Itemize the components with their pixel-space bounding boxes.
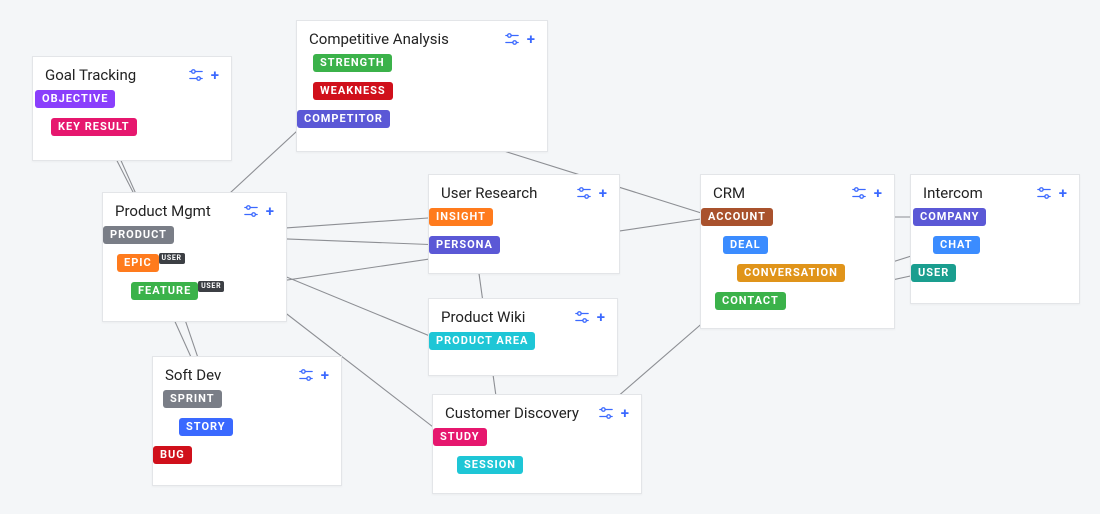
settings-icon[interactable] <box>244 204 258 218</box>
card-body: INSIGHT PERSONA <box>429 208 619 286</box>
card-actions: + <box>244 204 274 219</box>
tag-feature[interactable]: FEATUREUSER <box>131 282 198 300</box>
add-icon[interactable]: + <box>621 406 629 421</box>
card-body: ACCOUNT DEAL CONVERSATION CONTACT <box>701 208 894 342</box>
tag-keyresult[interactable]: KEY RESULT <box>51 118 137 136</box>
card-actions: + <box>1037 186 1067 201</box>
settings-icon[interactable] <box>299 368 313 382</box>
card-actions: + <box>299 368 329 383</box>
tag-persona[interactable]: PERSONA <box>429 236 500 254</box>
card-crm[interactable]: CRM + ACCOUNT DEAL CONVERSATION CONTACT <box>700 174 895 329</box>
tag-chat[interactable]: CHAT <box>933 236 980 254</box>
card-title: Goal Tracking <box>45 66 136 84</box>
card-header: Customer Discovery + <box>433 395 641 428</box>
tag-account[interactable]: ACCOUNT <box>701 208 773 226</box>
add-icon[interactable]: + <box>527 32 535 47</box>
add-icon[interactable]: + <box>599 186 607 201</box>
settings-icon[interactable] <box>575 310 589 324</box>
card-body: OBJECTIVE KEY RESULT <box>33 90 231 171</box>
settings-icon[interactable] <box>505 32 519 46</box>
tag-story[interactable]: STORY <box>179 418 233 436</box>
tag-deal[interactable]: DEAL <box>723 236 768 254</box>
add-icon[interactable]: + <box>321 368 329 383</box>
card-header: Soft Dev + <box>153 357 341 390</box>
settings-icon[interactable] <box>189 68 203 82</box>
card-ca[interactable]: Competitive Analysis + STRENGTH WEAKNESS COM… <box>296 20 548 152</box>
card-header: Product Wiki + <box>429 299 617 332</box>
tag-epic[interactable]: EPICUSER <box>117 254 159 272</box>
tag-session[interactable]: SESSION <box>457 456 523 474</box>
card-title: Intercom <box>923 184 983 202</box>
tag-competitor[interactable]: COMPETITOR <box>297 110 390 128</box>
card-title: Customer Discovery <box>445 404 579 422</box>
card-body: COMPANY CHAT USER <box>911 208 1079 316</box>
card-pw[interactable]: Product Wiki + PRODUCT AREA <box>428 298 618 376</box>
user-badge: USER <box>198 281 224 292</box>
tag-parea[interactable]: PRODUCT AREA <box>429 332 535 350</box>
settings-icon[interactable] <box>852 186 866 200</box>
card-actions: + <box>577 186 607 201</box>
card-title: Product Wiki <box>441 308 525 326</box>
tag-conversation[interactable]: CONVERSATION <box>737 264 845 282</box>
card-ic[interactable]: Intercom + COMPANY CHAT USER <box>910 174 1080 304</box>
tag-sprint[interactable]: SPRINT <box>163 390 222 408</box>
card-actions: + <box>505 32 535 47</box>
card-body: STUDY SESSION <box>433 428 641 506</box>
card-header: Intercom + <box>911 175 1079 208</box>
card-body: SPRINT STORY BUG <box>153 390 341 498</box>
card-goal[interactable]: Goal Tracking + OBJECTIVE KEY RESULT <box>32 56 232 161</box>
card-header: Goal Tracking + <box>33 57 231 90</box>
add-icon[interactable]: + <box>874 186 882 201</box>
tag-insight[interactable]: INSIGHT <box>429 208 493 226</box>
card-header: Competitive Analysis + <box>297 21 547 54</box>
tag-product[interactable]: PRODUCT <box>103 226 174 244</box>
add-icon[interactable]: + <box>211 68 219 83</box>
card-actions: + <box>852 186 882 201</box>
card-title: Soft Dev <box>165 366 221 384</box>
settings-icon[interactable] <box>1037 186 1051 200</box>
tag-weakness[interactable]: WEAKNESS <box>313 82 393 100</box>
user-badge: USER <box>159 253 185 264</box>
tag-company[interactable]: COMPANY <box>913 208 986 226</box>
card-body: PRODUCT AREA <box>429 332 617 388</box>
card-header: Product Mgmt + <box>103 193 286 226</box>
tag-contact[interactable]: CONTACT <box>715 292 786 310</box>
card-header: CRM + <box>701 175 894 208</box>
card-body: STRENGTH WEAKNESS COMPETITOR <box>297 54 547 162</box>
add-icon[interactable]: + <box>266 204 274 219</box>
card-header: User Research + <box>429 175 619 208</box>
tag-study[interactable]: STUDY <box>433 428 487 446</box>
tag-bug[interactable]: BUG <box>153 446 192 464</box>
card-ur[interactable]: User Research + INSIGHT PERSONA <box>428 174 620 274</box>
add-icon[interactable]: + <box>597 310 605 325</box>
card-actions: + <box>189 68 219 83</box>
settings-icon[interactable] <box>599 406 613 420</box>
tag-icuser[interactable]: USER <box>911 264 956 282</box>
card-cd[interactable]: Customer Discovery + STUDY SESSION <box>432 394 642 494</box>
card-title: CRM <box>713 184 745 202</box>
card-pm[interactable]: Product Mgmt + PRODUCT EPICUSER FEATUREUSER <box>102 192 287 322</box>
tag-strength[interactable]: STRENGTH <box>313 54 392 72</box>
card-body: PRODUCT EPICUSER FEATUREUSER <box>103 226 286 334</box>
card-sd[interactable]: Soft Dev + SPRINT STORY BUG <box>152 356 342 486</box>
add-icon[interactable]: + <box>1059 186 1067 201</box>
card-actions: + <box>599 406 629 421</box>
card-title: User Research <box>441 184 537 202</box>
card-title: Competitive Analysis <box>309 30 449 48</box>
card-title: Product Mgmt <box>115 202 211 220</box>
card-actions: + <box>575 310 605 325</box>
tag-objective[interactable]: OBJECTIVE <box>35 90 115 108</box>
settings-icon[interactable] <box>577 186 591 200</box>
